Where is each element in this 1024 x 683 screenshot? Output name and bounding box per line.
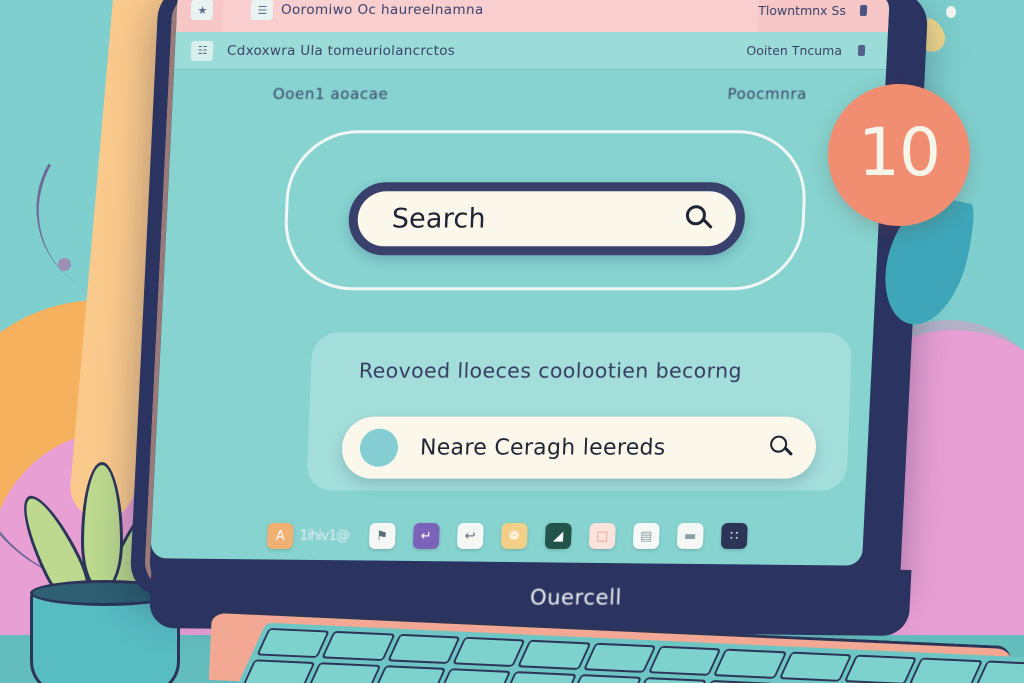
keyboard-key [372,665,447,683]
tab-menu-icon[interactable] [859,4,868,16]
keyboard-key [843,654,918,683]
keyboard-key [568,674,643,683]
address-bar-text: Cdxoxwra Ula tomeuriolancrctos [226,42,456,59]
tab-strip-right-area: Tlowntmnx Ss [758,3,889,18]
browser-address-bar[interactable]: ☷ Cdxoxwra Ula tomeuriolancrctos Ooiten … [174,32,888,71]
notification-badge[interactable]: 10 [828,84,970,226]
background-white-dot [946,6,956,18]
address-favicon-icon: ☷ [190,40,214,61]
app-icon-white-4[interactable]: ▬ [676,522,704,549]
app-icon-orange[interactable]: A [266,522,294,549]
browser-tab[interactable]: ☰ Ooromiwo Oc haureelnamna [222,0,760,33]
laptop-screen: ★ ☰ Ooromiwo Oc haureelnamna Tlowntmnx S… [150,0,890,566]
app-icon-yellow[interactable]: ❁ [500,522,528,549]
keyboard-key [321,630,396,662]
app-dock: A 1ihiv1@ ⚑ ↵ ↩ ❁ ◢ □ ▤ ▬ ∷ [150,510,864,562]
page-nav-row: Ooen1 aoacae Poocmnra [172,74,886,114]
plant-leaf-middle [81,462,123,592]
keyboard-key [307,662,382,683]
address-bar-right-area: Ooiten Tncuma [746,43,887,58]
keyboard-key [452,636,526,668]
app-icon-purple[interactable]: ↵ [412,522,440,549]
keyboard-key [437,668,512,683]
notification-count: 10 [858,113,941,191]
tab-page-favicon-icon: ☰ [250,0,274,21]
laptop-brand-text: Ouercell [529,585,623,610]
avatar [359,428,399,467]
app-icon-white-3[interactable]: ▤ [632,522,660,549]
keyboard-key [908,657,983,683]
keyboard-key [386,633,461,665]
result-search-icon[interactable] [769,435,795,460]
keyboard-key [778,651,853,682]
tab-right-label: Tlowntmnx Ss [757,2,847,18]
keyboard-key [974,660,1024,683]
app-icon-navy[interactable]: ∷ [720,522,748,549]
tab-favicon-icon: ★ [190,0,214,21]
result-list-item[interactable]: Neare Ceragh leereds [340,416,818,479]
keyboard-key [517,639,592,670]
app-icon-peach[interactable]: □ [588,522,616,549]
browser-tab-strip: ★ ☰ Ooromiwo Oc haureelnamna Tlowntmnx S… [176,0,890,33]
illustration-scene: ★ ☰ Ooromiwo Oc haureelnamna Tlowntmnx S… [0,0,1024,683]
search-icon[interactable] [685,204,714,233]
app-icon-green[interactable]: ◢ [544,522,572,549]
keyboard-key [502,671,577,683]
dock-wordmark: 1ihiv1@ [299,527,350,544]
result-item-text: Neare Ceragh leereds [419,435,667,461]
app-icon-white-2[interactable]: ↩ [456,522,484,549]
tab-title: Ooromiwo Oc haureelnamna [280,2,484,19]
results-card: Reovoed lloeces coolootien becorng Neare… [306,332,853,491]
keyboard-key [256,627,331,659]
search-input-label: Search [391,203,487,235]
results-title: Reovoed lloeces coolootien becorng [358,358,743,383]
address-right-label: Ooiten Tncuma [746,43,843,59]
keyboard-key [713,648,787,679]
keyboard-key [633,677,708,683]
keyboard-key [241,659,316,683]
keyboard-key [647,645,722,676]
nav-link-right[interactable]: Poocmnra [727,85,807,103]
background-dot [58,258,71,271]
app-icon-white-1[interactable]: ⚑ [368,522,396,549]
address-menu-icon[interactable] [857,45,866,57]
keyboard-key [582,642,657,673]
nav-link-left[interactable]: Ooen1 aoacae [273,85,389,103]
search-input[interactable]: Search [347,182,747,256]
